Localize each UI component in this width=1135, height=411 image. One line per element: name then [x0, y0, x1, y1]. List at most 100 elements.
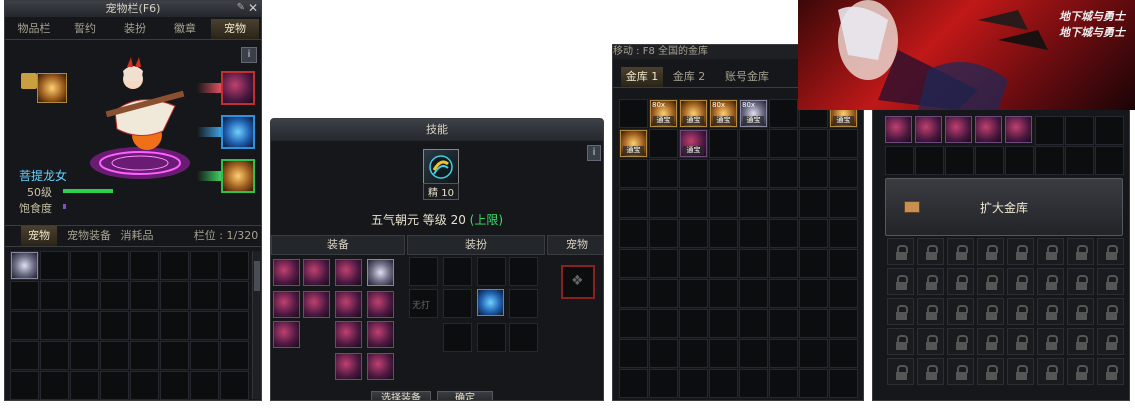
vault-item[interactable]: 通宝	[680, 100, 707, 127]
pet-slot[interactable]	[10, 371, 39, 400]
vault-item[interactable]: 80x 通宝	[710, 100, 737, 127]
vault-slot[interactable]	[1065, 146, 1094, 175]
confirm-button[interactable]: 确定	[437, 391, 493, 400]
vault-slot[interactable]	[709, 309, 738, 338]
vault-slot[interactable]	[679, 279, 708, 308]
pet-slot[interactable]	[160, 371, 189, 400]
expand-vault-button[interactable]: 扩大金库	[885, 178, 1123, 236]
pet-slot[interactable]	[220, 371, 249, 400]
vault-slot[interactable]	[649, 249, 678, 278]
pet-slot[interactable]	[190, 341, 219, 370]
pet-slot[interactable]	[160, 341, 189, 370]
pet-portrait[interactable]	[37, 73, 67, 103]
vault-slot[interactable]	[709, 129, 738, 158]
pet-slot[interactable]	[100, 311, 129, 340]
tab-emblem[interactable]: 徽章	[161, 19, 209, 39]
vault-slot[interactable]	[799, 129, 828, 158]
vault-slot[interactable]	[709, 369, 738, 398]
tab-oath[interactable]: 誓约	[61, 19, 109, 39]
pet-equip-slot-3[interactable]	[221, 159, 255, 193]
avatar-item[interactable]	[477, 289, 504, 316]
vault-slot[interactable]	[739, 189, 768, 218]
pet-slot[interactable]	[100, 371, 129, 400]
vault-slot[interactable]	[945, 146, 974, 175]
vault-slot[interactable]	[799, 339, 828, 368]
equip-item[interactable]	[335, 353, 362, 380]
pet-slot[interactable]	[100, 341, 129, 370]
vault-slot[interactable]	[799, 279, 828, 308]
vault-slot[interactable]	[769, 159, 798, 188]
vault-slot[interactable]	[799, 369, 828, 398]
pet-item[interactable]	[11, 252, 38, 279]
pet-slot[interactable]	[10, 281, 39, 310]
equip-item[interactable]	[303, 291, 330, 318]
vault-item[interactable]	[1005, 116, 1032, 143]
vault-slot[interactable]	[709, 219, 738, 248]
vault-slot[interactable]	[649, 159, 678, 188]
vault-slot[interactable]	[829, 219, 858, 248]
tab-pet[interactable]: 宠物	[211, 19, 259, 39]
vault-item[interactable]: 通宝	[620, 130, 647, 157]
lock-icon[interactable]	[21, 73, 37, 89]
vault-slot[interactable]	[799, 309, 828, 338]
vault-slot[interactable]	[829, 189, 858, 218]
vault-slot[interactable]	[975, 146, 1004, 175]
pet-slot[interactable]	[160, 311, 189, 340]
tab-avatar[interactable]: 装扮	[111, 19, 159, 39]
pet-slot[interactable]	[190, 251, 219, 280]
vault-slot[interactable]	[829, 309, 858, 338]
pet-equip-slot[interactable]: ❖	[561, 265, 595, 299]
vault-slot[interactable]	[1095, 116, 1124, 145]
pin-icon[interactable]: ✎	[237, 2, 245, 13]
vault-slot[interactable]	[769, 279, 798, 308]
tab-inventory[interactable]: 物品栏	[9, 19, 59, 39]
pet-equip-slot-2[interactable]	[221, 115, 255, 149]
vault-slot[interactable]	[679, 339, 708, 368]
pet-slot[interactable]	[10, 311, 39, 340]
vault-slot[interactable]	[1035, 146, 1064, 175]
equip-item[interactable]	[367, 291, 394, 318]
pet-slot[interactable]	[40, 341, 69, 370]
vault-slot[interactable]	[649, 219, 678, 248]
select-equipment-button[interactable]: 选择装备	[371, 391, 431, 400]
pet-slot[interactable]	[70, 311, 99, 340]
vault-slot[interactable]	[649, 129, 678, 158]
vault-slot[interactable]	[709, 189, 738, 218]
vault-slot[interactable]	[739, 369, 768, 398]
vault-slot[interactable]	[739, 309, 768, 338]
subtab-pet-equipment[interactable]: 宠物装备	[61, 226, 117, 246]
vault-slot[interactable]	[829, 369, 858, 398]
equip-item[interactable]	[367, 321, 394, 348]
equip-item[interactable]	[335, 321, 362, 348]
vault-slot[interactable]	[1095, 146, 1124, 175]
vault-slot[interactable]	[679, 219, 708, 248]
pet-slot[interactable]	[100, 251, 129, 280]
vault-slot[interactable]	[619, 219, 648, 248]
vault-slot[interactable]	[829, 159, 858, 188]
vault-slot[interactable]	[619, 309, 648, 338]
vault-slot[interactable]	[739, 279, 768, 308]
info-button[interactable]: i	[241, 47, 257, 63]
vault-slot[interactable]	[679, 249, 708, 278]
vault-slot[interactable]	[739, 129, 768, 158]
vault-slot[interactable]	[769, 309, 798, 338]
equip-item[interactable]	[335, 259, 362, 286]
scroll-thumb[interactable]	[254, 261, 260, 291]
vault-slot[interactable]	[619, 369, 648, 398]
vault-slot[interactable]	[679, 189, 708, 218]
vault-slot[interactable]	[769, 339, 798, 368]
tab-account-vault[interactable]: 账号金库	[717, 67, 777, 87]
vault-slot[interactable]	[649, 309, 678, 338]
vault-slot[interactable]	[649, 189, 678, 218]
vault-slot[interactable]	[829, 129, 858, 158]
vault-slot[interactable]	[799, 249, 828, 278]
vault-item[interactable]	[945, 116, 972, 143]
vault-slot[interactable]	[769, 249, 798, 278]
pet-slot[interactable]	[130, 281, 159, 310]
avatar-slot-empty[interactable]: 无打	[409, 289, 438, 318]
pet-slot[interactable]	[40, 281, 69, 310]
avatar-slot[interactable]	[509, 323, 538, 352]
pet-equip-slot-1[interactable]	[221, 71, 255, 105]
pet-slot[interactable]	[40, 251, 69, 280]
vault-slot[interactable]	[619, 249, 648, 278]
